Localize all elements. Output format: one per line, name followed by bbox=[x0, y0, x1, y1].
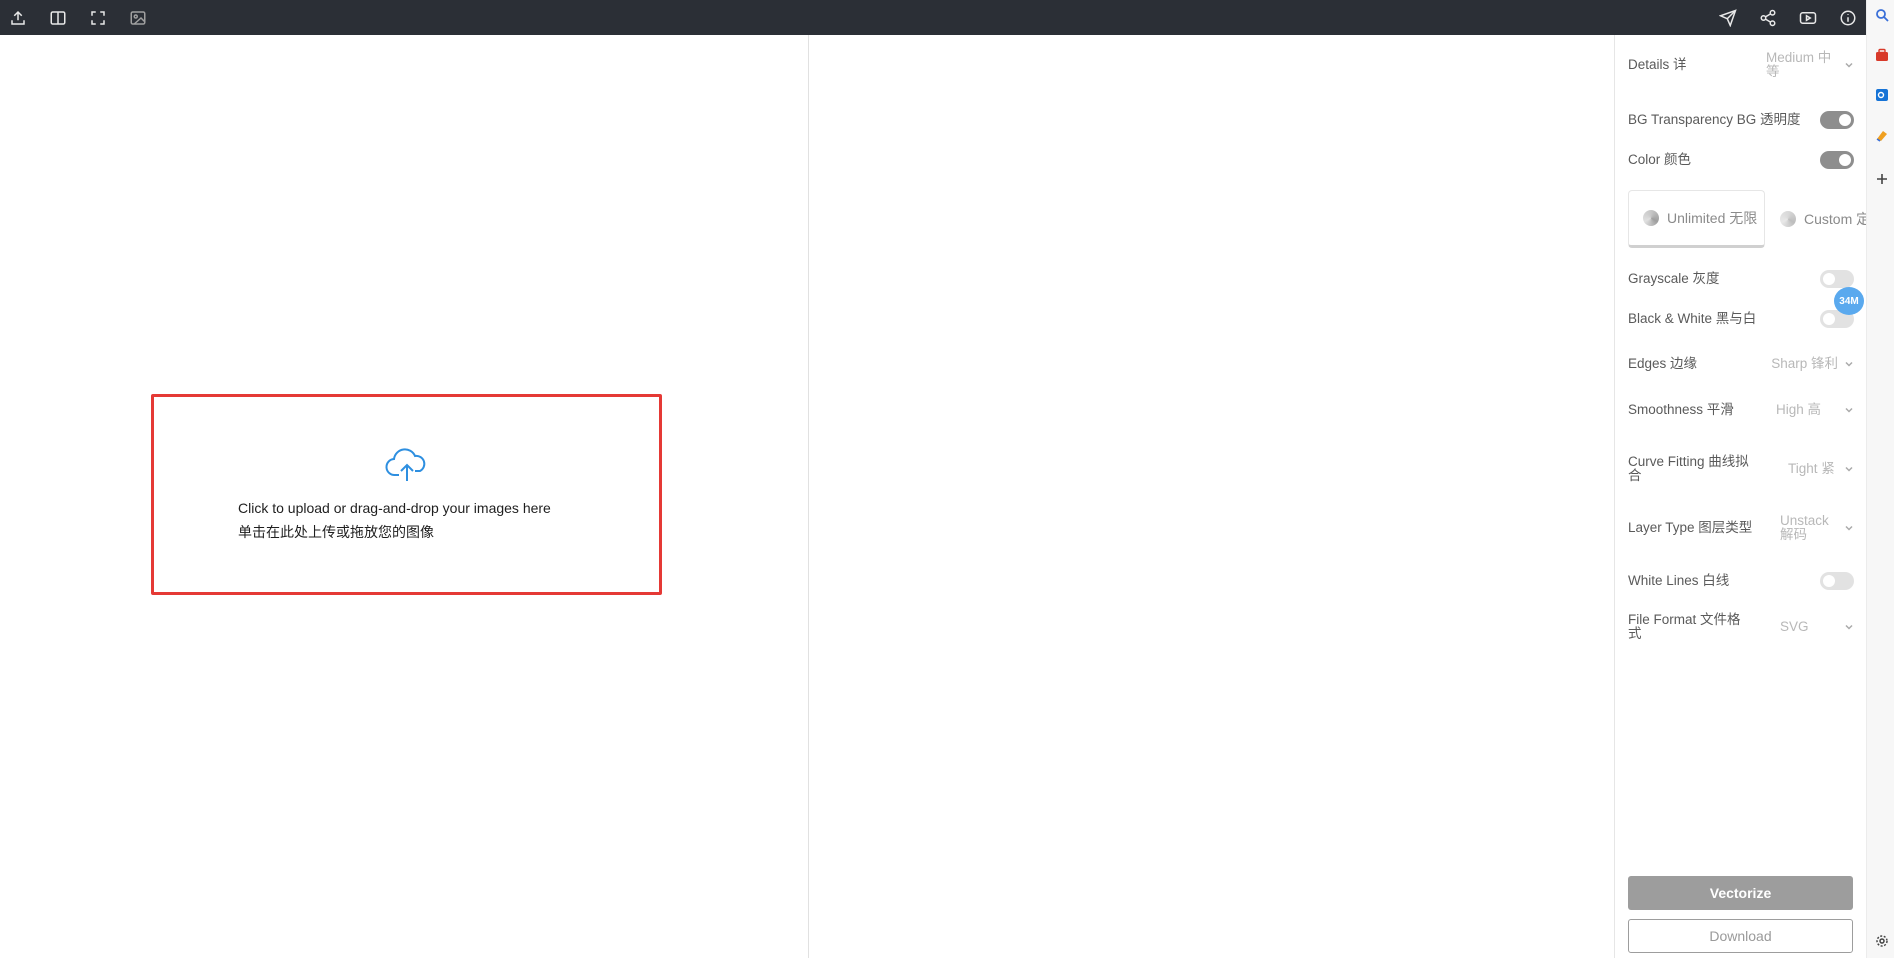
edges-row: Edges 边缘 Sharp 锋利 bbox=[1628, 357, 1854, 371]
grayscale-toggle[interactable] bbox=[1820, 270, 1854, 288]
send-icon[interactable] bbox=[1718, 8, 1738, 28]
bg-transparency-toggle[interactable] bbox=[1820, 111, 1854, 129]
plus-icon[interactable] bbox=[1875, 172, 1889, 186]
file-format-row: File Format 文件格式 SVG bbox=[1628, 613, 1854, 641]
chevron-down-icon bbox=[1845, 466, 1853, 472]
split-divider[interactable] bbox=[808, 35, 809, 958]
black-white-row: Black & White 黑与白 bbox=[1628, 310, 1854, 328]
video-icon[interactable] bbox=[1798, 8, 1818, 28]
palette-wheel-icon bbox=[1780, 211, 1796, 227]
edges-label: Edges 边缘 bbox=[1628, 356, 1698, 371]
info-icon[interactable] bbox=[1838, 8, 1858, 28]
layer-type-label: Layer Type 图层类型 bbox=[1628, 520, 1753, 535]
palette-unlimited-label: Unlimited 无限 bbox=[1667, 209, 1758, 226]
curve-fitting-label: Curve Fitting 曲线拟合 bbox=[1628, 454, 1749, 483]
toolbar-left bbox=[8, 8, 148, 28]
details-row: Details 详 Medium 中等 bbox=[1628, 51, 1854, 79]
upload-icon[interactable] bbox=[8, 8, 28, 28]
chevron-down-icon bbox=[1845, 525, 1853, 531]
upload-instruction-zh: 单击在此处上传或拖放您的图像 bbox=[238, 524, 434, 540]
bg-transparency-label: BG Transparency BG 透明度 bbox=[1628, 112, 1801, 127]
layer-type-select[interactable]: Unstack 解码 bbox=[1780, 514, 1854, 542]
file-format-select[interactable]: SVG bbox=[1780, 620, 1854, 634]
palette-unlimited-option[interactable]: Unlimited 无限 bbox=[1628, 190, 1765, 248]
white-lines-toggle[interactable] bbox=[1820, 572, 1854, 590]
outlook-icon[interactable] bbox=[1875, 88, 1889, 102]
details-label: Details 详 bbox=[1628, 57, 1687, 72]
layer-type-value: Unstack 解码 bbox=[1780, 513, 1829, 542]
cloud-upload-icon bbox=[385, 448, 426, 481]
paint-icon[interactable] bbox=[1875, 128, 1889, 142]
edges-select[interactable]: Sharp 锋利 bbox=[1771, 357, 1854, 371]
white-lines-label: White Lines 白线 bbox=[1628, 573, 1730, 588]
share-icon[interactable] bbox=[1758, 8, 1778, 28]
chevron-down-icon bbox=[1845, 361, 1853, 367]
details-value: Medium 中等 bbox=[1766, 50, 1832, 79]
grayscale-label: Grayscale 灰度 bbox=[1628, 271, 1720, 286]
toolbar-right bbox=[1718, 8, 1858, 28]
smoothness-row: Smoothness 平滑 High 高 bbox=[1628, 403, 1854, 417]
color-label: Color 颜色 bbox=[1628, 152, 1692, 167]
bg-transparency-row: BG Transparency BG 透明度 bbox=[1628, 111, 1854, 129]
curve-fitting-value: Tight 紧 bbox=[1788, 461, 1835, 476]
main-canvas: Click to upload or drag-and-drop your im… bbox=[0, 35, 1614, 958]
chevron-down-icon bbox=[1845, 407, 1853, 413]
smoothness-label: Smoothness 平滑 bbox=[1628, 402, 1734, 417]
vectorize-button[interactable]: Vectorize bbox=[1628, 876, 1853, 910]
download-button[interactable]: Download bbox=[1628, 919, 1853, 953]
grayscale-row: Grayscale 灰度 bbox=[1628, 270, 1854, 288]
memory-badge[interactable]: 34M bbox=[1834, 287, 1864, 315]
edges-value: Sharp 锋利 bbox=[1771, 356, 1838, 371]
curve-fitting-select[interactable]: Tight 紧 bbox=[1788, 462, 1854, 476]
toolbox-icon[interactable] bbox=[1875, 48, 1889, 62]
color-row: Color 颜色 bbox=[1628, 151, 1854, 169]
layer-type-row: Layer Type 图层类型 Unstack 解码 bbox=[1628, 514, 1854, 542]
chevron-down-icon bbox=[1845, 62, 1853, 68]
upload-instruction-en: Click to upload or drag-and-drop your im… bbox=[238, 500, 551, 516]
palette-custom-option[interactable]: Custom 定 bbox=[1780, 190, 1870, 248]
details-select[interactable]: Medium 中等 bbox=[1766, 51, 1854, 79]
search-icon[interactable] bbox=[1875, 8, 1889, 22]
browser-sidebar bbox=[1866, 0, 1894, 958]
curve-fitting-row: Curve Fitting 曲线拟合 Tight 紧 bbox=[1628, 455, 1854, 483]
smoothness-value: High 高 bbox=[1776, 402, 1822, 417]
split-view-icon[interactable] bbox=[48, 8, 68, 28]
chevron-down-icon bbox=[1845, 624, 1853, 630]
palette-custom-label: Custom 定 bbox=[1804, 210, 1871, 227]
black-white-label: Black & White 黑与白 bbox=[1628, 311, 1757, 326]
color-toggle[interactable] bbox=[1820, 151, 1854, 169]
image-icon[interactable] bbox=[128, 8, 148, 28]
settings-panel: Details 详 Medium 中等 BG Transparency BG 透… bbox=[1614, 35, 1870, 958]
upload-dropzone[interactable]: Click to upload or drag-and-drop your im… bbox=[151, 394, 662, 595]
palette-cube-icon bbox=[1643, 210, 1659, 226]
file-format-label: File Format 文件格式 bbox=[1628, 612, 1741, 641]
white-lines-row: White Lines 白线 bbox=[1628, 572, 1854, 590]
settings-icon[interactable] bbox=[1875, 934, 1889, 948]
fullscreen-icon[interactable] bbox=[88, 8, 108, 28]
top-toolbar bbox=[0, 0, 1866, 35]
smoothness-select[interactable]: High 高 bbox=[1776, 403, 1854, 417]
file-format-value: SVG bbox=[1780, 619, 1809, 634]
